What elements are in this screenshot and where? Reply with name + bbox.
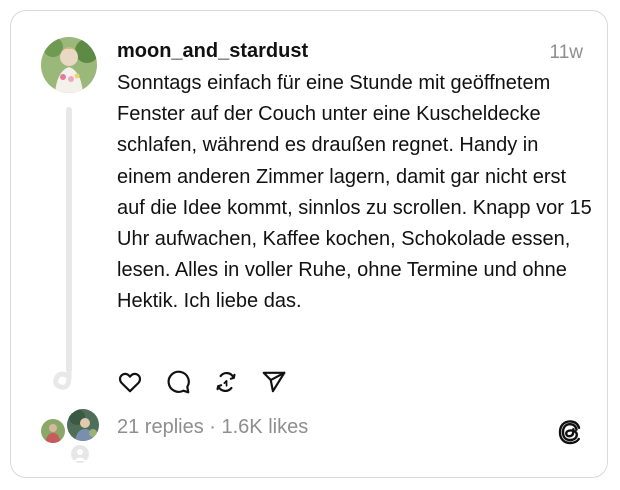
repost-button[interactable] (211, 367, 241, 397)
post-text: Sonntags einfach für eine Stunde mit geö… (117, 72, 592, 313)
reply-button[interactable] (163, 367, 193, 397)
share-button[interactable] (259, 367, 289, 397)
reply-avatar (65, 407, 101, 443)
thread-line (66, 107, 72, 373)
author-avatar[interactable] (41, 37, 97, 93)
action-bar (115, 367, 307, 397)
post-card: moon_and_stardust 11w Sonntags einfach f… (10, 10, 608, 478)
like-button[interactable] (115, 367, 145, 397)
threads-logo-icon[interactable] (555, 417, 585, 447)
thread-curl (53, 363, 72, 390)
reply-avatar-placeholder (69, 443, 91, 465)
author-username[interactable]: moon_and_stardust (117, 39, 308, 63)
repost-icon (216, 371, 236, 393)
share-icon (262, 371, 286, 393)
post-stats[interactable]: 21 replies · 1.6K likes (117, 415, 308, 439)
comment-icon (167, 370, 190, 394)
reply-avatar (39, 417, 67, 445)
heart-icon (118, 372, 142, 393)
reply-avatars[interactable] (39, 407, 103, 467)
post-timestamp[interactable]: 11w (550, 41, 583, 65)
